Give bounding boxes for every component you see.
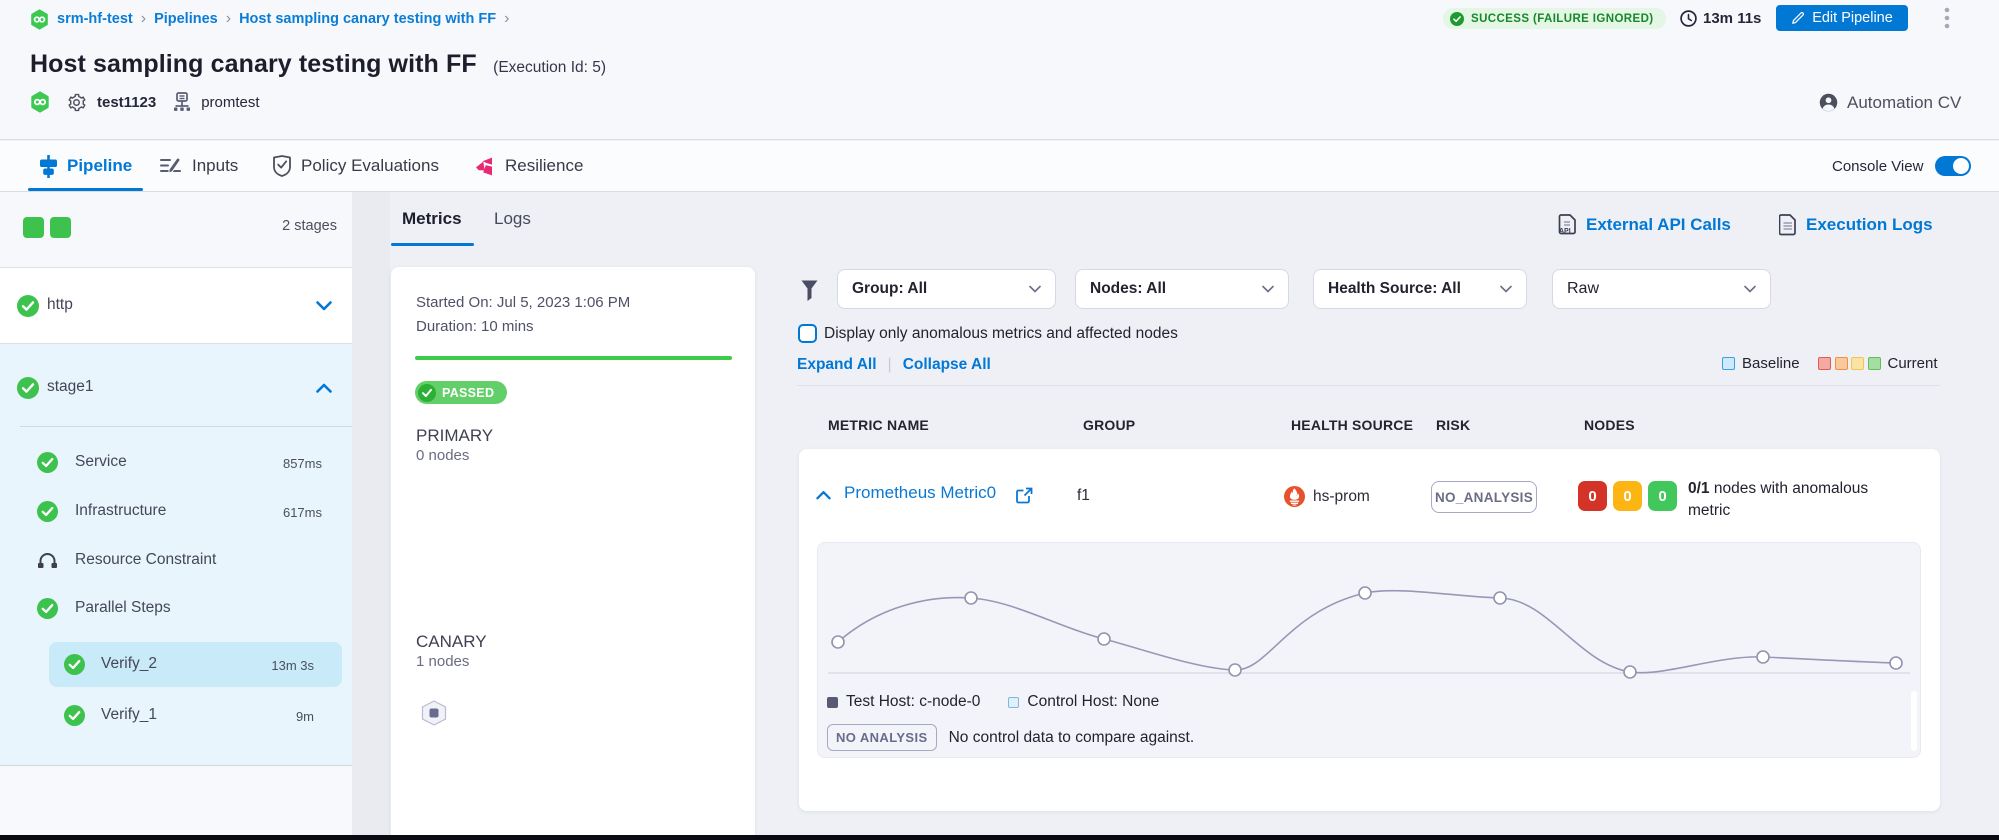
svg-text:API: API — [1559, 228, 1571, 235]
